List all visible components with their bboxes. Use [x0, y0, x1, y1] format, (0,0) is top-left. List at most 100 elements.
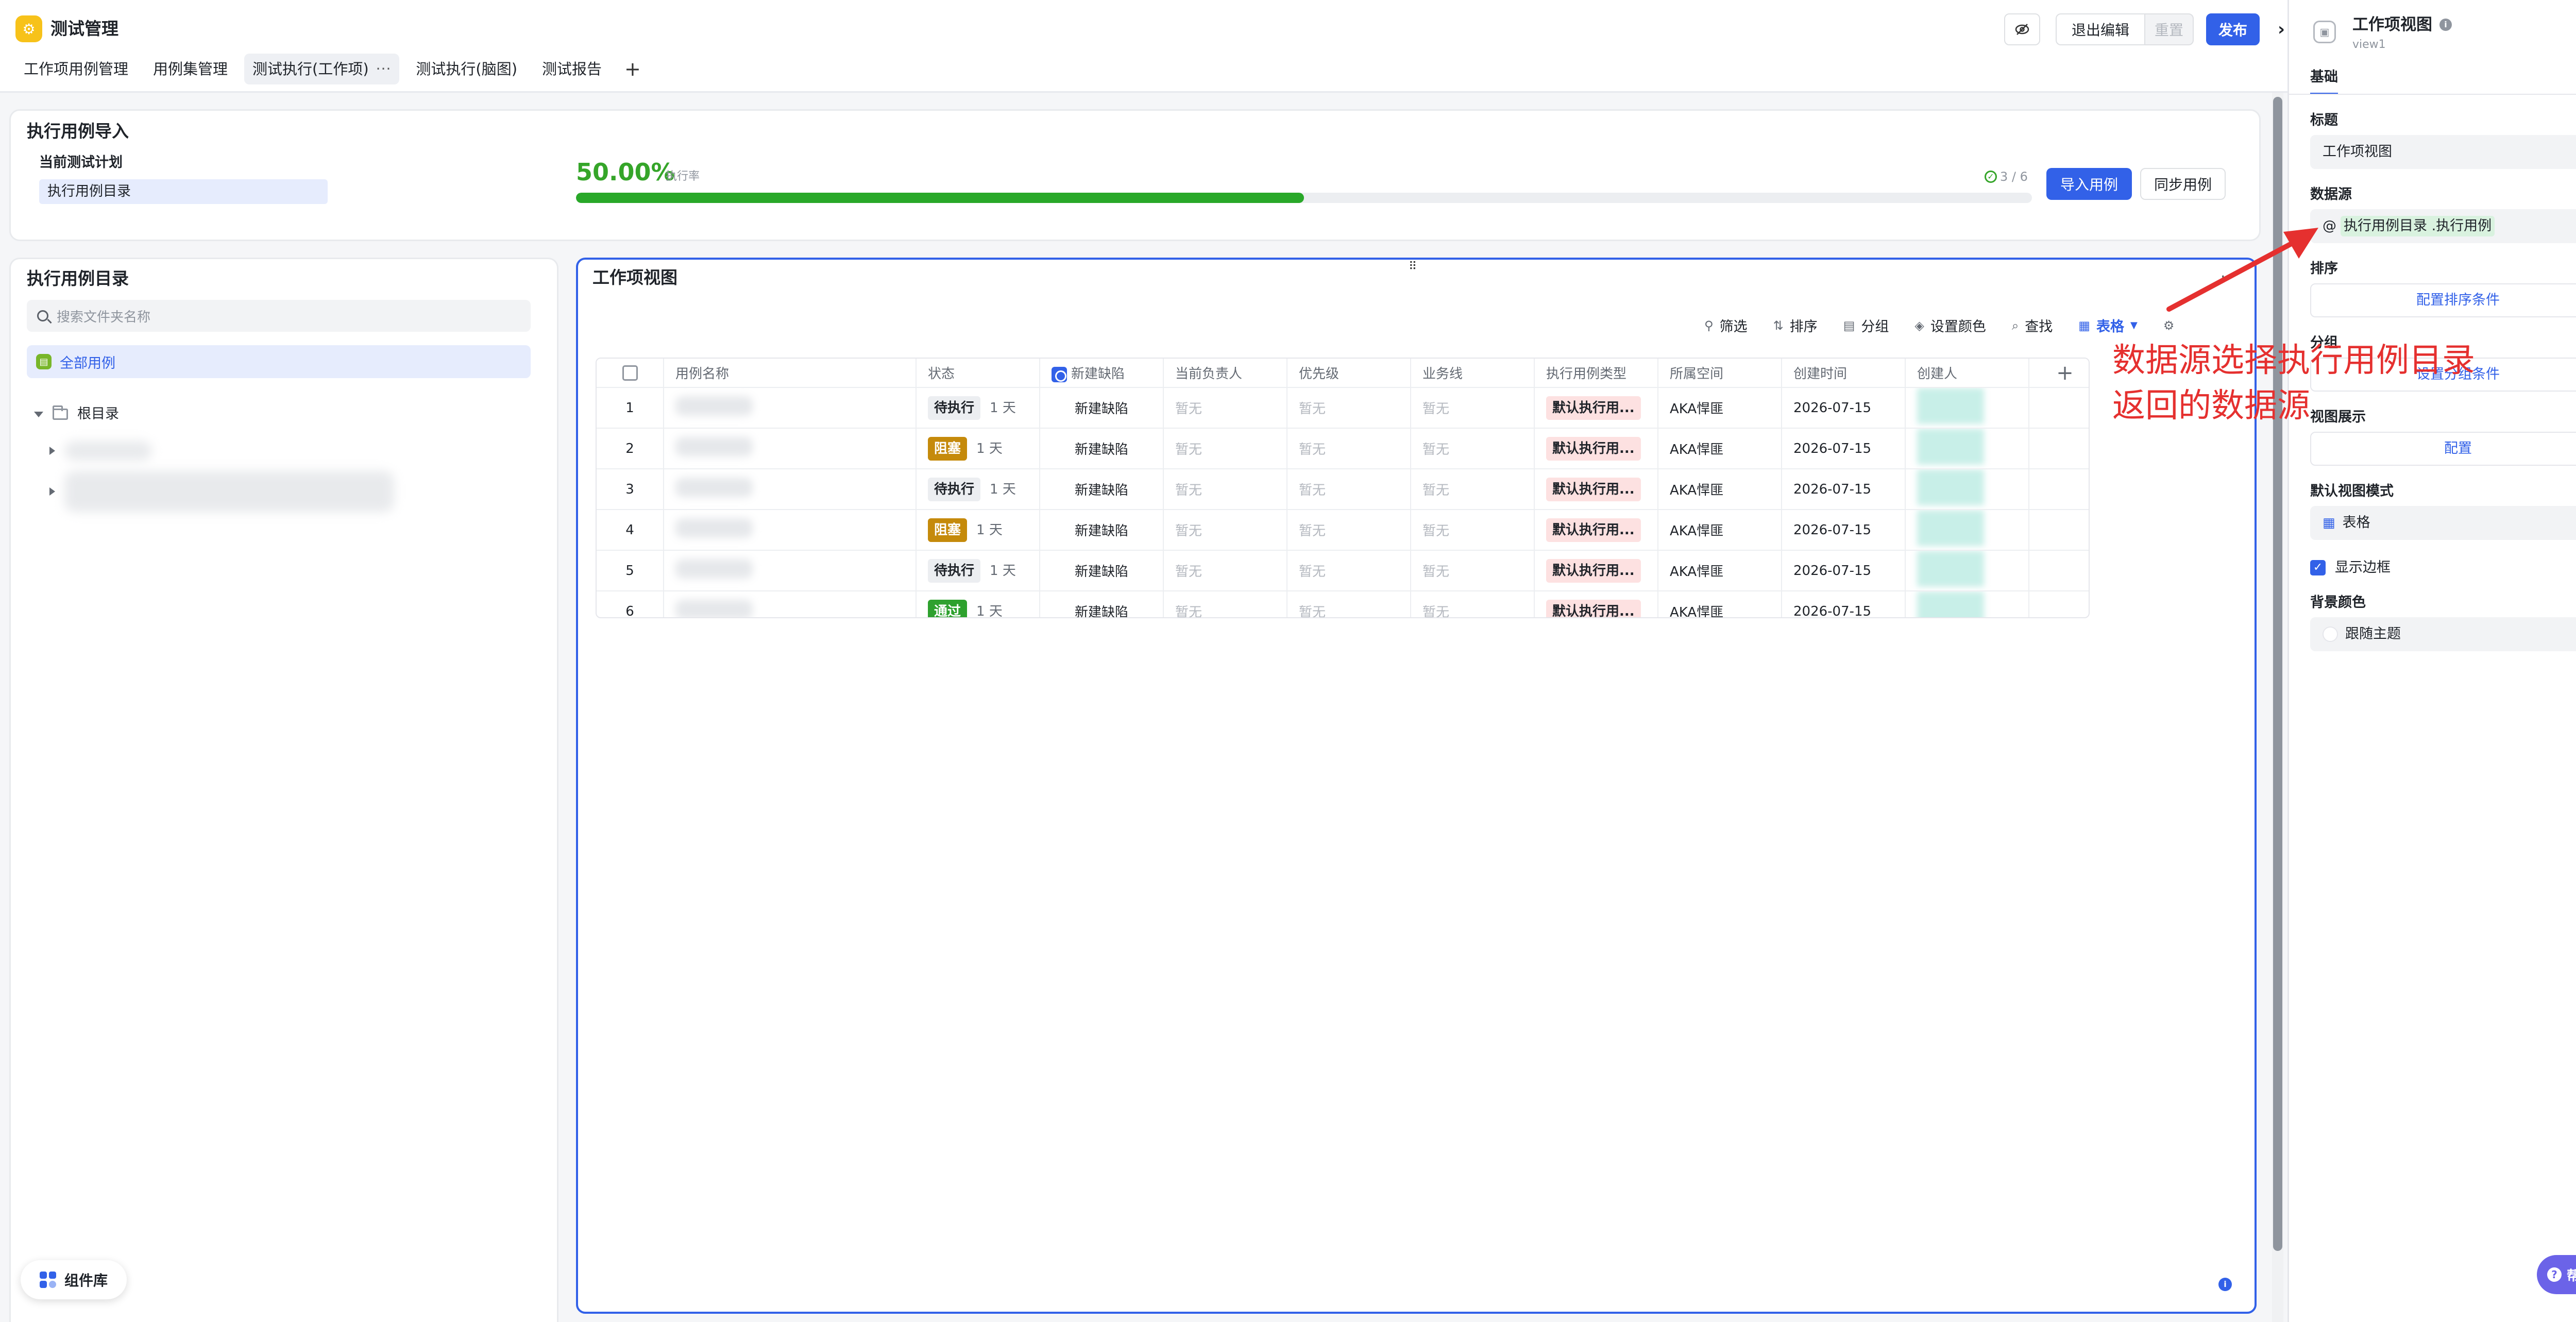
new-defect-cell[interactable]: 新建缺陷 — [1040, 387, 1164, 429]
status-cell[interactable]: 阻塞 1 天 — [916, 428, 1040, 469]
row-number-cell[interactable]: 2 — [597, 428, 664, 469]
owner-cell[interactable]: 暂无 — [1163, 469, 1287, 510]
group-button[interactable]: ▤ 分组 — [1843, 315, 1889, 335]
catalog-item[interactable]: 执行用例目录 — [39, 179, 328, 204]
tree-child-node[interactable] — [49, 471, 394, 512]
row-number-cell[interactable]: 3 — [597, 469, 664, 510]
preview-toggle-button[interactable] — [2004, 13, 2040, 45]
configure-display-button[interactable]: 配置 — [2310, 432, 2576, 466]
table-row[interactable]: 4 阻塞 1 天新建缺陷 暂无 暂无 暂无 默认执行用... AKA悍匪 2026-07-15 — [597, 510, 2089, 551]
import-cases-button[interactable]: 导入用例 — [2046, 168, 2132, 200]
status-badge[interactable]: 阻塞 — [928, 436, 968, 461]
case-type-cell[interactable]: 默认执行用... — [1534, 550, 1658, 591]
priority-cell[interactable]: 暂无 — [1287, 428, 1411, 469]
business-line-cell[interactable]: 暂无 — [1411, 469, 1535, 510]
space-cell[interactable]: AKA悍匪 — [1658, 428, 1782, 469]
business-line-cell[interactable]: 暂无 — [1411, 387, 1535, 429]
new-defect-cell[interactable]: 新建缺陷 — [1040, 469, 1164, 510]
caret-right-icon[interactable] — [49, 487, 55, 496]
created-time-cell[interactable]: 2026-07-15 — [1782, 550, 1906, 591]
info-icon[interactable]: i — [2439, 19, 2452, 31]
row-number-cell[interactable]: 4 — [597, 510, 664, 551]
created-time-cell[interactable]: 2026-07-15 — [1782, 387, 1906, 429]
space-cell[interactable]: AKA悍匪 — [1658, 550, 1782, 591]
priority-cell[interactable]: 暂无 — [1287, 469, 1411, 510]
creator-cell[interactable] — [1905, 510, 2029, 551]
case-type-cell[interactable]: 默认执行用... — [1534, 428, 1658, 469]
tab-test-execution-work-item[interactable]: 测试执行(工作项) ··· — [244, 54, 400, 84]
row-number-cell[interactable]: 6 — [597, 591, 664, 617]
priority-cell[interactable]: 暂无 — [1287, 591, 1411, 617]
column-header[interactable]: 当前负责人 — [1163, 359, 1287, 388]
view-settings-button[interactable]: ⚙ — [2163, 318, 2175, 333]
caret-down-icon[interactable] — [34, 411, 43, 417]
table-row[interactable]: 3 待执行 1 天新建缺陷 暂无 暂无 暂无 默认执行用... AKA悍匪 2026-07-15 — [597, 469, 2089, 510]
component-library-button[interactable]: 组件库 — [21, 1260, 127, 1299]
show-border-checkbox[interactable]: ✓ 显示边框 — [2310, 557, 2391, 578]
case-type-cell[interactable]: 默认执行用... — [1534, 469, 1658, 510]
case-type-cell[interactable]: 默认执行用... — [1534, 591, 1658, 617]
case-name-cell[interactable] — [664, 428, 917, 469]
status-badge[interactable]: 阻塞 — [928, 518, 968, 542]
status-cell[interactable]: 待执行 1 天 — [916, 469, 1040, 510]
folder-search-input[interactable]: 搜索文件夹名称 — [27, 300, 531, 332]
select-all-cell[interactable] — [597, 359, 664, 388]
space-cell[interactable]: AKA悍匪 — [1658, 387, 1782, 429]
table-row[interactable]: 6 通过 1 天新建缺陷 暂无 暂无 暂无 默认执行用... AKA悍匪 2026-07-15 — [597, 591, 2089, 617]
more-icon[interactable]: ··· — [376, 54, 392, 84]
help-button[interactable]: ? 帮助 — [2537, 1255, 2576, 1294]
title-field[interactable]: 工作项视图 — [2310, 135, 2576, 169]
created-time-cell[interactable]: 2026-07-15 — [1782, 510, 1906, 551]
tab-work-item-case-mgmt[interactable]: 工作项用例管理 — [15, 54, 137, 84]
row-number-cell[interactable]: 1 — [597, 387, 664, 429]
column-header[interactable]: 所属空间 — [1658, 359, 1782, 388]
table-row[interactable]: 1 待执行 1 天新建缺陷 暂无 暂无 暂无 默认执行用... AKA悍匪 2026-07-15 — [597, 387, 2089, 429]
select-all-checkbox[interactable] — [622, 365, 638, 381]
creator-cell[interactable] — [1905, 387, 2029, 429]
new-defect-cell[interactable]: 新建缺陷 — [1040, 550, 1164, 591]
owner-cell[interactable]: 暂无 — [1163, 591, 1287, 617]
case-name-cell[interactable] — [664, 510, 917, 551]
background-color-select[interactable]: 跟随主题 — [2310, 617, 2576, 651]
status-badge[interactable]: 待执行 — [928, 396, 981, 420]
table-row[interactable]: 5 待执行 1 天新建缺陷 暂无 暂无 暂无 默认执行用... AKA悍匪 2026-07-15 — [597, 550, 2089, 591]
row-number-cell[interactable]: 5 — [597, 550, 664, 591]
case-type-cell[interactable]: 默认执行用... — [1534, 510, 1658, 551]
creator-cell[interactable] — [1905, 469, 2029, 510]
tab-test-report[interactable]: 测试报告 — [534, 54, 610, 84]
owner-cell[interactable]: 暂无 — [1163, 387, 1287, 429]
created-time-cell[interactable]: 2026-07-15 — [1782, 591, 1906, 617]
tree-root-node[interactable]: 根目录 — [34, 403, 119, 426]
column-header[interactable]: 创建时间 — [1782, 359, 1906, 388]
owner-cell[interactable]: 暂无 — [1163, 428, 1287, 469]
priority-cell[interactable]: 暂无 — [1287, 550, 1411, 591]
space-cell[interactable]: AKA悍匪 — [1658, 591, 1782, 617]
space-cell[interactable]: AKA悍匪 — [1658, 510, 1782, 551]
status-cell[interactable]: 待执行 1 天 — [916, 387, 1040, 429]
business-line-cell[interactable]: 暂无 — [1411, 591, 1535, 617]
sort-button[interactable]: ⇅ 排序 — [1773, 315, 1818, 335]
case-name-cell[interactable] — [664, 387, 917, 429]
case-name-cell[interactable] — [664, 469, 917, 510]
default-view-mode-select[interactable]: ▦ 表格 — [2310, 506, 2576, 540]
column-header[interactable]: 状态 — [916, 359, 1040, 388]
created-time-cell[interactable]: 2026-07-15 — [1782, 428, 1906, 469]
tab-case-set-mgmt[interactable]: 用例集管理 — [145, 54, 236, 84]
filter-button[interactable]: ⚲ 筛选 — [1704, 315, 1748, 335]
table-row[interactable]: 2 阻塞 1 天新建缺陷 暂无 暂无 暂无 默认执行用... AKA悍匪 2026-07-15 — [597, 428, 2089, 469]
set-color-button[interactable]: ◈ 设置颜色 — [1914, 315, 1986, 335]
status-badge[interactable]: 待执行 — [928, 477, 981, 501]
column-header[interactable]: 新建缺陷 — [1040, 359, 1164, 388]
business-line-cell[interactable]: 暂无 — [1411, 510, 1535, 551]
space-cell[interactable]: AKA悍匪 — [1658, 469, 1782, 510]
publish-button[interactable]: 发布 — [2206, 13, 2260, 45]
column-header[interactable]: 执行用例类型 — [1534, 359, 1658, 388]
status-badge[interactable]: 待执行 — [928, 558, 981, 583]
priority-cell[interactable]: 暂无 — [1287, 387, 1411, 429]
tab-basic[interactable]: 基础 — [2310, 67, 2338, 95]
column-header[interactable]: 创建人 — [1905, 359, 2029, 388]
column-header[interactable]: 用例名称 — [664, 359, 917, 388]
all-cases-item[interactable]: ▤ 全部用例 — [27, 345, 531, 378]
tree-child-node[interactable] — [49, 441, 152, 461]
creator-cell[interactable] — [1905, 591, 2029, 617]
